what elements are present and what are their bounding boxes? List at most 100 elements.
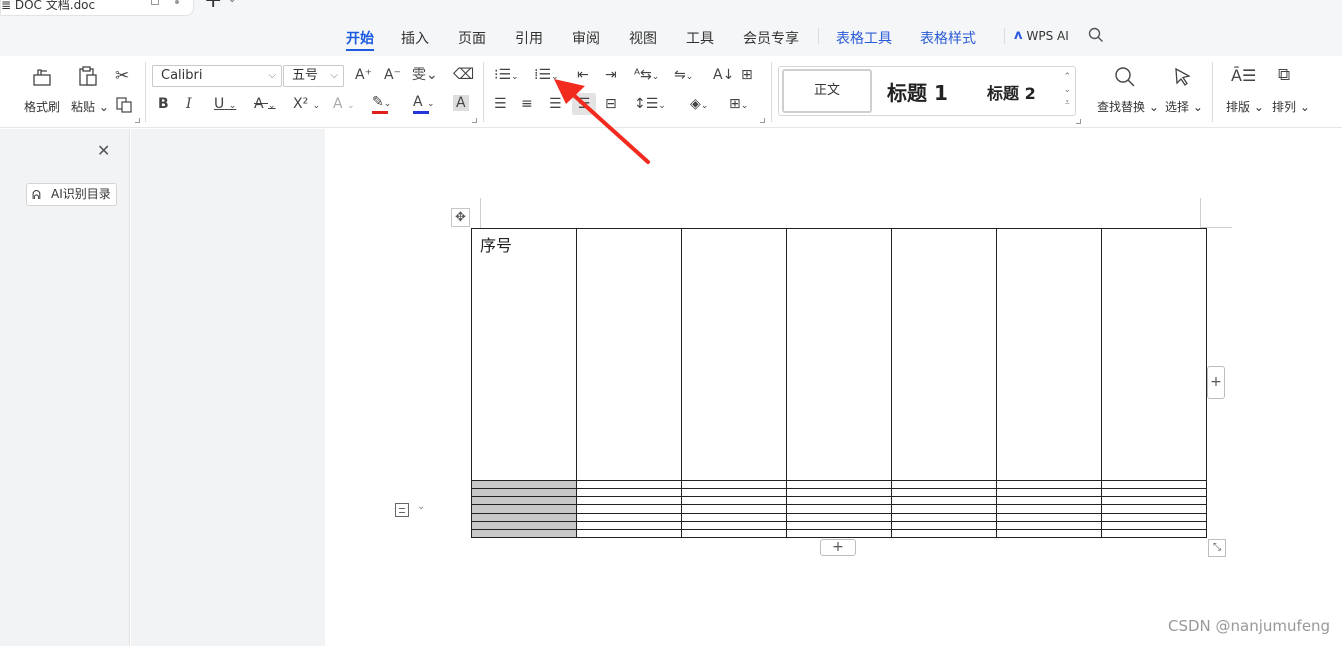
distributed-align-icon[interactable]: ⊟ <box>605 97 617 111</box>
table-cell[interactable] <box>471 488 577 498</box>
align-center-icon[interactable]: ≡ <box>521 97 533 111</box>
align-right-icon[interactable]: ☰ <box>549 97 562 111</box>
table-cell[interactable] <box>471 504 577 514</box>
find-replace-icon[interactable] <box>1114 66 1136 88</box>
font-size-select[interactable]: 五号 ⌵ <box>283 65 344 87</box>
shrink-font-icon[interactable]: A⁻ <box>384 68 401 82</box>
table-cell[interactable] <box>1101 488 1207 498</box>
decrease-indent-icon[interactable]: ⇤ <box>577 68 589 82</box>
style-heading-1[interactable]: 标题 1 <box>887 77 948 106</box>
bullet-list-icon[interactable]: ⁝☰⌄ <box>494 68 519 82</box>
menu-tab-references[interactable]: 引用 <box>515 28 543 48</box>
search-icon[interactable] <box>1088 27 1104 43</box>
table-cell[interactable] <box>576 496 682 506</box>
increase-indent-icon[interactable]: ⇥ <box>605 68 617 82</box>
phonetic-guide-icon[interactable]: 雯⌄ <box>412 68 438 82</box>
table-cell[interactable] <box>576 227 682 482</box>
menu-tab-tools[interactable]: 工具 <box>686 28 714 48</box>
table-cell[interactable] <box>576 480 682 490</box>
sort-az-icon[interactable]: A↓ <box>713 68 734 82</box>
table-cell[interactable] <box>891 480 997 490</box>
table-cell[interactable] <box>681 520 787 530</box>
italic-button[interactable]: I <box>186 97 192 111</box>
table-cell[interactable] <box>891 496 997 506</box>
line-spacing-icon[interactable]: ↕☰⌄ <box>634 97 666 111</box>
table-cell[interactable] <box>576 504 682 514</box>
table-cell[interactable] <box>996 488 1102 498</box>
arrange-button[interactable]: 排列 ⌄ <box>1272 98 1310 115</box>
bold-button[interactable]: B <box>158 97 169 111</box>
table-cell[interactable] <box>891 520 997 530</box>
ai-toc-button[interactable]: ᕱ AI识别目录 <box>26 183 117 206</box>
add-row-button[interactable]: + <box>820 539 856 556</box>
underline-button[interactable]: U ⌄ <box>214 97 236 111</box>
table-header-cell[interactable]: 序号 <box>471 227 577 482</box>
paste-icon[interactable] <box>77 65 99 87</box>
menu-tab-home[interactable]: 开始 <box>346 28 374 51</box>
table-cell[interactable] <box>681 528 787 539</box>
table-cell[interactable] <box>576 512 682 522</box>
menu-tab-member[interactable]: 会员专享 <box>743 28 799 48</box>
menu-tab-view[interactable]: 视图 <box>629 28 657 48</box>
table-cell[interactable] <box>1101 520 1207 530</box>
layout-button[interactable]: 排版 ⌄ <box>1226 98 1264 115</box>
numbered-list-icon[interactable]: ⁞☰⌄ <box>534 68 559 82</box>
table-cell[interactable] <box>1101 496 1207 506</box>
borders-icon[interactable]: ⊞⌄ <box>729 97 748 111</box>
superscript-button[interactable]: X² ⌄ <box>293 97 320 111</box>
paragraph-dialog-launcher[interactable] <box>760 118 765 123</box>
table-cell[interactable] <box>786 496 892 506</box>
table-cell[interactable] <box>681 496 787 506</box>
table-cell[interactable] <box>471 528 577 539</box>
table-move-handle[interactable]: ✥ <box>451 208 470 227</box>
sort-icon[interactable]: ⇋⌄ <box>674 68 693 82</box>
document-tab[interactable]: ≣ DOC 文档.doc <box>0 0 194 16</box>
document-table[interactable]: 序号 <box>471 227 1207 539</box>
justify-icon[interactable]: ☰ <box>572 93 596 115</box>
table-cell[interactable] <box>1101 480 1207 490</box>
font-color-button[interactable]: A ⌄ <box>413 95 435 114</box>
table-cell[interactable] <box>1101 528 1207 539</box>
format-painter-label[interactable]: 格式刷 <box>24 98 60 115</box>
cut-icon[interactable]: ✂ <box>115 68 129 85</box>
text-effect-icon[interactable]: A ⌄ <box>333 97 355 111</box>
table-cell[interactable] <box>681 227 787 482</box>
table-cell[interactable] <box>471 480 577 490</box>
close-icon[interactable]: ✕ <box>97 141 110 160</box>
table-cell[interactable] <box>996 512 1102 522</box>
table-cell[interactable] <box>786 480 892 490</box>
char-shading-button[interactable]: A <box>453 95 469 111</box>
table-cell[interactable] <box>1101 512 1207 522</box>
table-cell[interactable] <box>786 227 892 482</box>
table-properties-button[interactable]: ⌄ <box>393 501 431 521</box>
table-cell[interactable] <box>786 520 892 530</box>
table-cell[interactable] <box>891 512 997 522</box>
font-name-select[interactable]: Calibri ⌵ <box>152 65 282 87</box>
chevron-down-icon[interactable]: ⌄ <box>228 0 236 5</box>
table-cell[interactable] <box>1101 504 1207 514</box>
new-tab-button[interactable]: + <box>204 0 222 13</box>
paste-button[interactable]: 粘贴 ⌄ <box>71 98 109 115</box>
table-resize-handle[interactable]: ⤡ <box>1208 539 1226 557</box>
table-cell[interactable] <box>996 480 1102 490</box>
strikethrough-button[interactable]: A ⌄ <box>254 97 276 111</box>
clipboard-dialog-launcher[interactable] <box>135 118 140 123</box>
menu-tab-insert[interactable]: 插入 <box>401 28 429 48</box>
style-heading-2[interactable]: 标题 2 <box>987 80 1036 104</box>
table-cell[interactable] <box>576 528 682 539</box>
arrange-icon[interactable]: ⧉ <box>1278 67 1290 84</box>
layout-icon[interactable]: Ā☰ <box>1231 68 1256 84</box>
find-replace-button[interactable]: 查找替换 ⌄ <box>1097 98 1159 115</box>
menu-tab-table-tools[interactable]: 表格工具 <box>836 28 892 48</box>
table-cell[interactable] <box>996 496 1102 506</box>
table-cell[interactable] <box>471 512 577 522</box>
shading-icon[interactable]: ◈⌄ <box>690 97 708 111</box>
menu-tab-table-style[interactable]: 表格样式 <box>920 28 976 48</box>
style-gallery-scroll[interactable]: ⌃ ⌄ ⩡ <box>1063 71 1071 110</box>
table-cell[interactable] <box>576 488 682 498</box>
table-cell[interactable] <box>891 227 997 482</box>
table-cell[interactable] <box>996 520 1102 530</box>
styles-dialog-launcher[interactable] <box>1076 119 1081 124</box>
table-cell[interactable] <box>996 528 1102 539</box>
show-marks-icon[interactable]: ⊞ <box>741 68 753 82</box>
